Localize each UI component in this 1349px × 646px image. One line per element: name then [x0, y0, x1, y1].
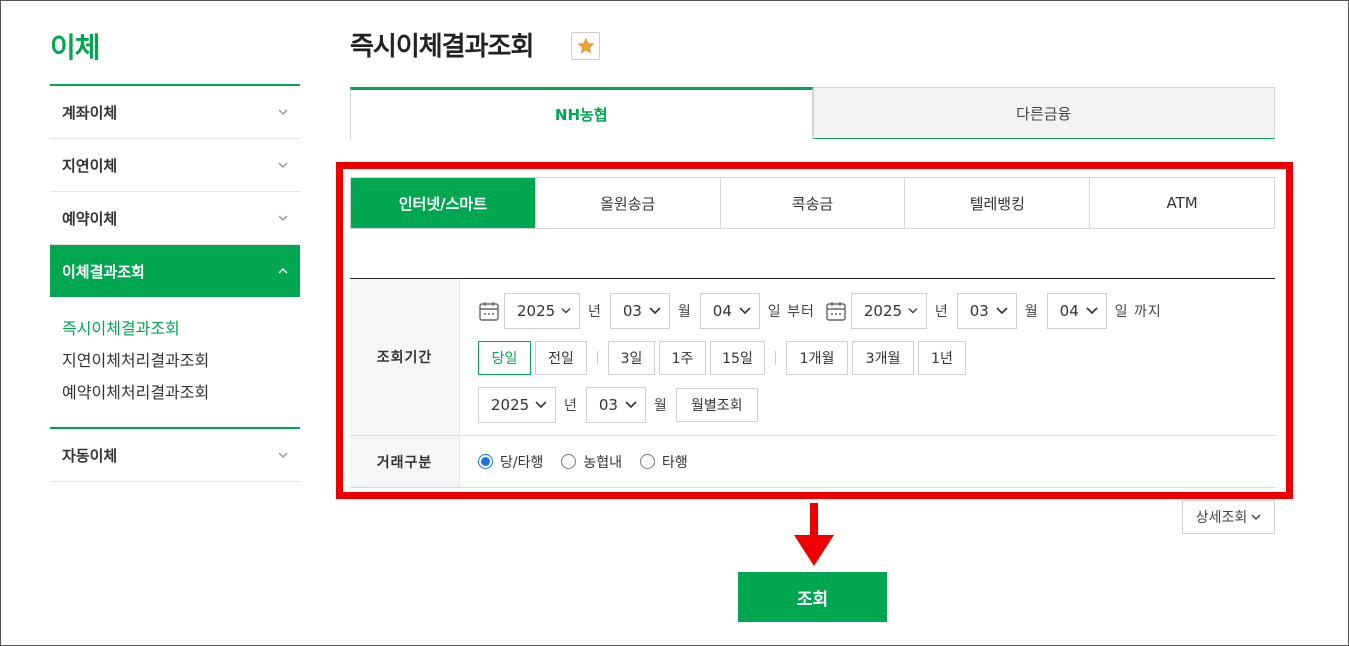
- sidebar-item-label: 이체결과조회: [62, 262, 145, 281]
- sidebar-subitem-instant-result[interactable]: 즉시이체결과조회: [62, 313, 300, 345]
- highlight-box: [336, 162, 1293, 499]
- chevron-up-icon: [278, 266, 288, 276]
- bank-tabs: NH농협 다른금융: [350, 87, 1275, 139]
- detail-search-button[interactable]: 상세조회: [1182, 500, 1275, 534]
- sidebar-item-label: 지연이체: [62, 156, 118, 175]
- chevron-down-icon: [278, 107, 288, 117]
- tab-other-bank[interactable]: 다른금융: [812, 87, 1275, 139]
- sidebar-item-account-transfer[interactable]: 계좌이체: [50, 86, 300, 139]
- chevron-down-icon: [1251, 514, 1261, 520]
- sidebar-item-scheduled-transfer[interactable]: 예약이체: [50, 192, 300, 245]
- sidebar-item-delayed-transfer[interactable]: 지연이체: [50, 139, 300, 192]
- page-title: 즉시이체결과조회: [350, 32, 534, 62]
- sidebar-submenu: 즉시이체결과조회 지연이체처리결과조회 예약이체처리결과조회: [50, 297, 300, 429]
- arrow-down-icon: [794, 503, 834, 566]
- sidebar-menu: 계좌이체 지연이체 예약이체 이체결과조회 즉시이체결과조회 지연이체처리결과조…: [50, 84, 300, 482]
- sidebar-item-transfer-result[interactable]: 이체결과조회: [50, 245, 300, 297]
- sidebar-subitem-scheduled-result[interactable]: 예약이체처리결과조회: [62, 377, 300, 409]
- chevron-down-icon: [278, 213, 288, 223]
- sidebar-item-auto-transfer[interactable]: 자동이체: [50, 429, 300, 482]
- star-icon: [577, 37, 594, 54]
- chevron-down-icon: [278, 450, 288, 460]
- search-submit-button[interactable]: 조회: [738, 572, 887, 622]
- sidebar-subitem-delayed-result[interactable]: 지연이체처리결과조회: [62, 345, 300, 377]
- sidebar-title: 이체: [50, 31, 101, 64]
- chevron-down-icon: [278, 160, 288, 170]
- tab-nh[interactable]: NH농협: [350, 87, 813, 139]
- sidebar-item-label: 계좌이체: [62, 103, 118, 122]
- detail-search-label: 상세조회: [1195, 510, 1248, 526]
- favorite-button[interactable]: [571, 32, 600, 60]
- sidebar-item-label: 예약이체: [62, 209, 118, 228]
- sidebar-item-label: 자동이체: [62, 446, 118, 465]
